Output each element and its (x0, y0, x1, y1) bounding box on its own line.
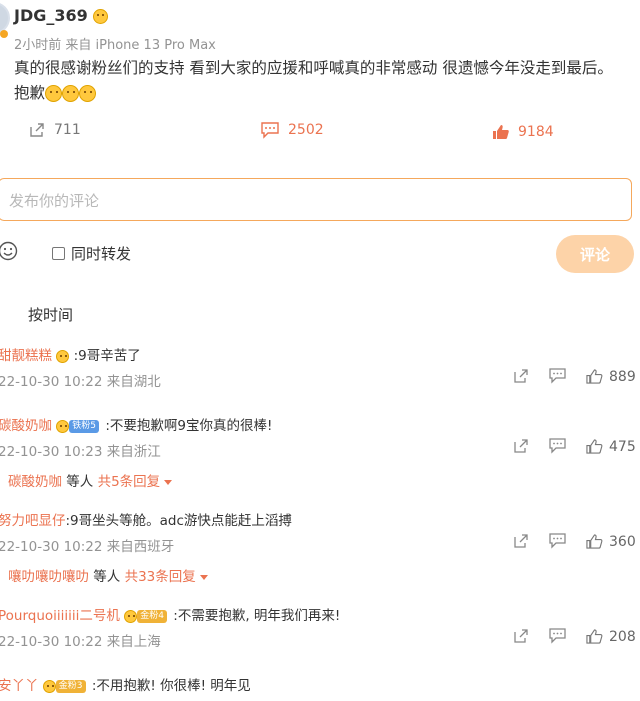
comment-item: 甜靓糕糕 :9哥辛苦了 (0, 344, 141, 364)
fan-emoji-icon (124, 609, 138, 623)
crying-emoji-icon (62, 85, 80, 102)
comment-user[interactable]: 努力吧显仔 (0, 513, 66, 529)
replies-user[interactable]: 碳酸奶咖 (8, 474, 62, 490)
replies-summary[interactable]: 嚷叻嚷叻嚷叻 等人 共33条回复 (8, 565, 208, 585)
comment-input-placeholder: 发布你的评论 (9, 192, 100, 210)
share-icon (30, 123, 44, 137)
fan-badge: 金粉3 (55, 679, 86, 693)
comment-chat[interactable] (548, 367, 567, 384)
chat-icon (549, 438, 566, 454)
fan-badge: 金粉4 (137, 609, 167, 623)
comment-meta: 22-10-30 10:22 来自湖北 (0, 374, 161, 390)
repost-toggle[interactable]: 同时转发 (52, 243, 131, 264)
comment-icon (261, 122, 279, 139)
comment-count: 2502 (288, 122, 324, 138)
thumbs-up-icon (493, 125, 509, 139)
replies-more-link[interactable]: 共33条回复 (125, 569, 196, 585)
thumbs-up-icon (586, 439, 603, 454)
fan-emoji-icon (56, 419, 70, 433)
like-count: 9184 (518, 124, 554, 140)
comment-input[interactable]: 发布你的评论 (0, 178, 632, 221)
chat-icon (549, 628, 566, 644)
replies-more-link[interactable]: 共5条回复 (98, 474, 161, 490)
reply-icon[interactable] (512, 627, 530, 645)
reply-icon[interactable] (512, 437, 530, 455)
comment-chat[interactable] (548, 627, 567, 644)
crying-emoji-icon (45, 85, 63, 102)
comment-item: 安丫丫 金粉3 :不用抱歉! 你很棒! 明年见 (0, 674, 251, 694)
thumbs-up-icon (586, 534, 603, 549)
comment-chat[interactable] (548, 532, 567, 549)
share-count: 711 (54, 122, 81, 138)
comment-stat[interactable]: 2502 (260, 121, 324, 139)
comment-text: :不要抱歉啊9宝你真的很棒! (105, 418, 273, 434)
submit-comment-button[interactable]: 评论 (556, 235, 634, 273)
crying-emoji-icon (79, 85, 97, 102)
comment-text: :不需要抱歉, 明年我们再来! (173, 608, 341, 624)
comment-like-count: 360 (609, 533, 636, 550)
comment-item: 努力吧显仔:9哥坐头等舱。adc游快点能赶上滔搏 (0, 509, 292, 529)
verified-dot (0, 30, 8, 38)
comment-like[interactable]: 889 (586, 368, 636, 385)
comment-like[interactable]: 208 (586, 628, 636, 645)
fan-emoji-icon (56, 349, 70, 363)
smiley-icon (0, 241, 18, 261)
comment-actions (512, 367, 530, 385)
comment-like[interactable]: 360 (586, 533, 636, 550)
crying-emoji-icon (93, 9, 109, 24)
comment-meta: 22-10-30 10:22 来自西班牙 (0, 539, 175, 555)
post-author[interactable]: JDG_369 (14, 6, 109, 25)
chat-icon (549, 533, 566, 549)
comment-like-count: 889 (609, 368, 636, 385)
comment-actions (512, 437, 530, 455)
repost-checkbox[interactable] (52, 247, 65, 260)
comment-like[interactable]: 475 (586, 438, 636, 455)
post-body: 真的很感谢粉丝们的支持 看到大家的应援和呼喊真的非常感动 很遗憾今年没走到最后。… (14, 56, 624, 106)
repost-label: 同时转发 (71, 245, 132, 263)
comment-item: Pourquoiiiiiii二号机 金粉4 :不需要抱歉, 明年我们再来! (0, 604, 340, 624)
comment-text: :不用抱歉! 你很棒! 明年见 (91, 678, 251, 694)
comment-item: 碳酸奶咖 铁粉5 :不要抱歉啊9宝你真的很棒! (0, 414, 272, 434)
like-stat[interactable]: 9184 (492, 123, 554, 141)
fan-badge: 铁粉5 (69, 419, 100, 433)
comment-like-count: 208 (609, 628, 636, 645)
thumbs-up-icon (586, 369, 603, 384)
comment-chat[interactable] (548, 437, 567, 454)
replies-summary[interactable]: 碳酸奶咖 等人 共5条回复 (8, 470, 173, 490)
comment-meta: 22-10-30 10:22 来自上海 (0, 634, 161, 650)
fan-emoji-icon (42, 679, 56, 693)
post-meta: 2小时前 来自 iPhone 13 Pro Max (14, 38, 216, 53)
caret-down-icon (199, 574, 208, 580)
caret-down-icon (164, 479, 173, 485)
comment-text: :9哥坐头等舱。adc游快点能赶上滔搏 (65, 513, 292, 529)
comment-user[interactable]: 安丫丫 (0, 678, 39, 694)
thumbs-up-icon (586, 629, 603, 644)
comment-user[interactable]: Pourquoiiiiiii二号机 (0, 608, 120, 624)
comment-user[interactable]: 碳酸奶咖 (0, 418, 52, 434)
replies-mid: 等人 (89, 569, 125, 585)
replies-user[interactable]: 嚷叻嚷叻嚷叻 (8, 569, 89, 585)
reply-icon[interactable] (512, 367, 530, 385)
emoji-picker-button[interactable] (0, 241, 18, 265)
sort-by-time[interactable]: 按时间 (28, 304, 73, 325)
comment-actions (512, 532, 530, 550)
comment-user[interactable]: 甜靓糕糕 (0, 348, 52, 364)
chat-icon (549, 368, 566, 384)
post-author-name[interactable]: JDG_369 (14, 6, 88, 25)
comment-text: :9哥辛苦了 (73, 348, 141, 364)
comment-like-count: 475 (609, 438, 636, 455)
replies-mid: 等人 (62, 474, 98, 490)
reply-icon[interactable] (512, 532, 530, 550)
comment-actions (512, 627, 530, 645)
share-stat[interactable]: 711 (28, 121, 81, 139)
comment-meta: 22-10-30 10:23 来自浙江 (0, 444, 161, 460)
post-body-text: 真的很感谢粉丝们的支持 看到大家的应援和呼喊真的非常感动 很遗憾今年没走到最后。… (14, 59, 613, 102)
